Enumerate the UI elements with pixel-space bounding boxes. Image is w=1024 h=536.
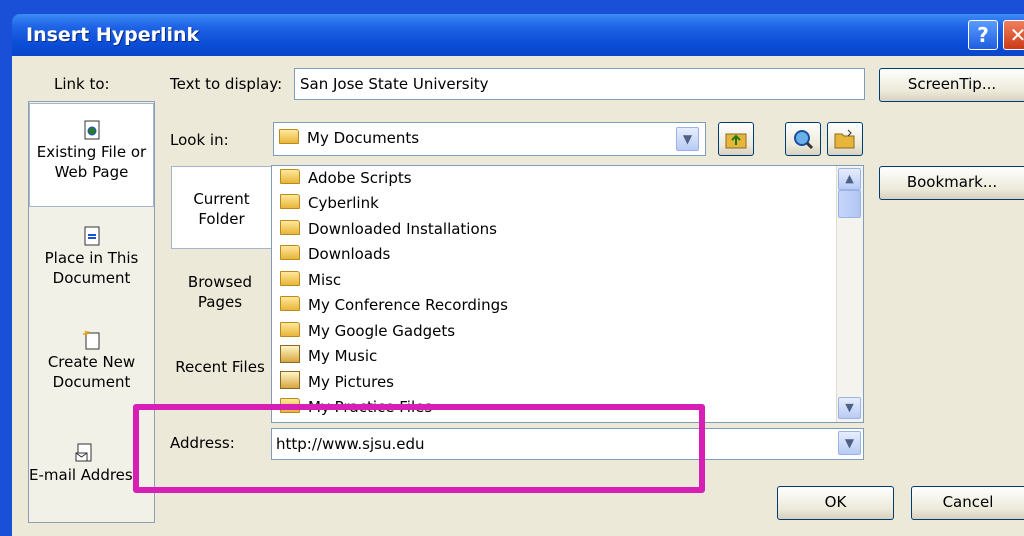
cancel-button[interactable]: Cancel [911, 486, 1024, 520]
folder-icon [280, 271, 300, 286]
list-item[interactable]: Cyberlink [280, 191, 379, 216]
screentip-button[interactable]: ScreenTip... [879, 68, 1024, 102]
link-to-place-in-document[interactable]: Place in This Document [29, 226, 154, 316]
email-icon [74, 443, 94, 463]
look-in-value: My Documents [307, 129, 420, 147]
folder-icon [280, 220, 300, 235]
music-folder-icon [280, 345, 300, 363]
list-item[interactable]: Adobe Scripts [280, 166, 412, 191]
address-dropdown-button[interactable]: ▼ [838, 431, 861, 455]
folder-icon [280, 296, 300, 311]
link-to-create-new[interactable]: Create New Document [29, 330, 154, 410]
tab-browsed-pages[interactable]: Browsed Pages [171, 272, 269, 312]
list-item[interactable]: My Conference Recordings [280, 293, 508, 318]
browse-web-icon [794, 130, 814, 150]
text-to-display-input[interactable]: San Jose State University [294, 68, 865, 100]
link-to-existing-file[interactable]: Existing File or Web Page [29, 103, 154, 207]
list-item[interactable]: My Music [280, 344, 377, 369]
dialog-title: Insert Hyperlink [26, 24, 200, 46]
scroll-up-button[interactable]: ▲ [838, 168, 861, 190]
look-in-combo[interactable]: My Documents [273, 122, 706, 156]
document-globe-icon [82, 120, 102, 140]
list-item[interactable]: Downloaded Installations [280, 217, 497, 242]
bookmark-button[interactable]: Bookmark... [879, 166, 1024, 200]
link-to-existing-file-label: Existing File or Web Page [36, 143, 147, 181]
close-button[interactable]: ✕ [1003, 20, 1024, 50]
folder-icon [279, 129, 299, 144]
scroll-down-button[interactable]: ▼ [838, 397, 861, 419]
pictures-folder-icon [280, 371, 300, 389]
highlight-box [133, 404, 705, 493]
open-folder-icon [834, 129, 855, 149]
new-document-icon [82, 330, 102, 350]
link-to-label: Link to: [54, 75, 110, 93]
list-item[interactable]: My Pictures [280, 370, 394, 395]
link-to-place-label: Place in This Document [44, 249, 139, 287]
browse-web-button[interactable] [785, 122, 821, 156]
folder-icon [280, 245, 300, 260]
up-folder-icon [725, 133, 747, 149]
list-item[interactable]: Downloads [280, 242, 390, 267]
browse-file-button[interactable] [827, 122, 863, 156]
link-to-email[interactable]: E-mail Address [29, 443, 139, 503]
up-one-folder-button[interactable] [718, 122, 754, 156]
file-list[interactable]: Adobe Scripts Cyberlink Downloaded Insta… [271, 165, 864, 423]
look-in-label: Look in: [170, 131, 229, 149]
folder-icon [280, 194, 300, 209]
list-item[interactable]: My Google Gadgets [280, 319, 455, 344]
ok-button[interactable]: OK [777, 486, 894, 520]
tab-recent-files[interactable]: Recent Files [171, 357, 269, 377]
scroll-thumb[interactable] [838, 190, 861, 218]
folder-icon [280, 322, 300, 337]
link-to-email-label: E-mail Address [29, 466, 139, 484]
document-place-icon [82, 226, 102, 246]
list-item[interactable]: Misc [280, 268, 341, 293]
look-in-dropdown-button[interactable]: ▼ [676, 127, 699, 151]
help-button[interactable]: ? [968, 20, 998, 50]
text-to-display-label: Text to display: [170, 75, 283, 93]
link-to-create-new-label: Create New Document [47, 353, 136, 391]
tab-current-folder[interactable]: Current Folder [171, 166, 271, 249]
folder-icon [280, 169, 300, 184]
